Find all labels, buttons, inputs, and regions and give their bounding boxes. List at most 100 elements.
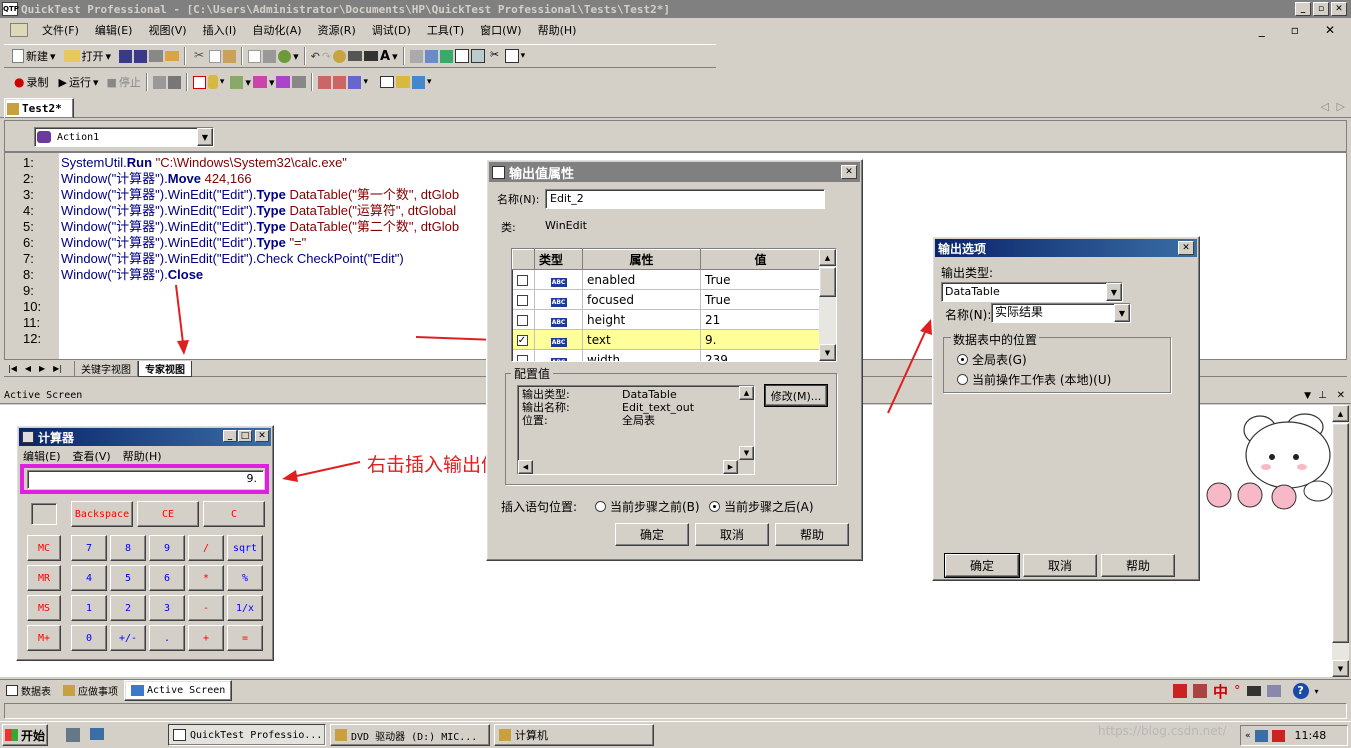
output-type-label: 输出类型: — [941, 266, 994, 280]
tab-active-screen[interactable]: Active Screen — [124, 680, 233, 701]
ime-punct-icon[interactable]: ° — [1234, 684, 1241, 699]
properties-scrollbar[interactable]: ▲ ▼ — [819, 249, 836, 361]
property-checkbox[interactable] — [516, 314, 528, 326]
string-type-icon: ABC — [550, 277, 567, 287]
property-row[interactable]: ABC width 239 — [512, 349, 821, 361]
property-checkbox-cell[interactable] — [512, 309, 535, 330]
ime-keyboard-icon[interactable] — [1246, 686, 1261, 696]
property-value: 21 — [700, 309, 821, 330]
property-checkbox[interactable] — [516, 294, 528, 306]
datatable-location-label: 数据表中的位置 — [951, 331, 1040, 348]
taskbar-item-calculator-label: 计算机 — [515, 729, 548, 742]
props-scroll-down-button[interactable]: ▼ — [819, 344, 836, 361]
config-row-output-name: 输出名称: Edit_text_out — [522, 401, 750, 414]
properties-header-row: 类型 属性 值 — [512, 249, 821, 270]
class-label: 类: — [501, 221, 516, 234]
props-scroll-up-button[interactable]: ▲ — [819, 249, 836, 266]
config-scroll-right-button[interactable]: ▶ — [723, 460, 738, 474]
output-type-dropdown-icon[interactable]: ▼ — [1106, 283, 1122, 301]
windows-logo-icon — [4, 729, 18, 741]
insert-after-radio-icon — [709, 501, 720, 512]
taskbar-item-calculator[interactable]: 计算机 — [494, 724, 654, 746]
header-type[interactable]: 类型 — [534, 249, 583, 270]
options-dialog-close-button[interactable]: ✕ — [1178, 241, 1194, 255]
config-key: 位置: — [522, 414, 548, 427]
property-value: 9. — [700, 329, 821, 350]
taskbar-item-qtp[interactable]: QuickTest Professio... — [168, 724, 326, 746]
output-cancel-button[interactable]: 取消 — [695, 523, 769, 546]
config-value: 全局表 — [622, 414, 655, 427]
tray-network-icon[interactable] — [1254, 729, 1268, 742]
ime-settings-icon[interactable] — [1266, 685, 1281, 697]
header-value[interactable]: 值 — [700, 249, 821, 270]
output-cancel-label: 取消 — [719, 528, 744, 542]
output-help-label: 帮助 — [799, 528, 824, 542]
props-scroll-thumb[interactable] — [819, 267, 836, 297]
config-scroll-up-button[interactable]: ▲ — [739, 386, 754, 400]
name-field-value: Edit_2 — [550, 192, 584, 205]
property-checkbox[interactable] — [516, 354, 528, 361]
local-sheet-radio[interactable]: 当前操作工作表 (本地)(U) — [957, 371, 1111, 388]
taskbar-item-dvd[interactable]: DVD 驱动器 (D:) MIC... — [330, 724, 490, 746]
options-cancel-button[interactable]: 取消 — [1023, 554, 1097, 577]
data-table-tab-icon — [6, 685, 18, 696]
modify-button[interactable]: 修改(M)... — [764, 384, 828, 407]
system-tray: « 11:48 — [1240, 725, 1348, 746]
config-row-output-type: 输出类型: DataTable — [522, 388, 750, 401]
config-key: 输出名称: — [522, 401, 570, 414]
property-row[interactable]: ✓ ABC text 9. — [512, 329, 821, 350]
name-field[interactable]: Edit_2 — [545, 189, 825, 209]
output-dialog-icon — [492, 165, 505, 179]
tab-data-table[interactable]: 数据表 — [0, 681, 57, 701]
output-type-value: DataTable — [945, 285, 1000, 298]
class-value: WinEdit — [545, 219, 587, 232]
config-row-location: 位置: 全局表 — [522, 414, 750, 427]
options-name-select[interactable]: 实际结果 ▼ — [991, 303, 1131, 323]
property-row[interactable]: ABC focused True — [512, 289, 821, 310]
ime-mode[interactable]: 中 — [1213, 681, 1228, 702]
insert-after-radio[interactable]: 当前步骤之后(A) — [709, 498, 814, 515]
arrow-to-close-line — [175, 284, 189, 355]
config-scroll-down-button[interactable]: ▼ — [739, 446, 754, 460]
property-type-cell: ABC — [534, 329, 583, 350]
output-help-button[interactable]: 帮助 — [775, 523, 849, 546]
property-name: height — [582, 309, 701, 330]
help-icon[interactable]: ? — [1292, 683, 1309, 699]
ime-brush-icon[interactable] — [1193, 684, 1207, 698]
ime-flag-icon[interactable] — [1173, 684, 1187, 698]
global-sheet-radio[interactable]: 全局表(G) — [957, 351, 1027, 368]
property-row[interactable]: ABC height 21 — [512, 309, 821, 330]
quicklaunch-server-icon[interactable] — [66, 728, 80, 742]
quicklaunch-desktop-icon[interactable] — [90, 728, 104, 740]
config-value: Edit_text_out — [622, 401, 695, 414]
tray-expand-icon[interactable]: « — [1245, 731, 1251, 741]
options-name-dropdown-icon[interactable]: ▼ — [1114, 304, 1130, 322]
start-button[interactable]: 开始 — [2, 724, 48, 746]
output-value-dialog: 输出值属性 ✕ 名称(N): Edit_2 类: WinEdit 类型 属性 值… — [486, 159, 863, 561]
properties-grid[interactable]: 类型 属性 值 ABC enabled True ABC focused True ABC h… — [511, 248, 837, 362]
property-checkbox[interactable] — [516, 274, 528, 286]
bottom-pane-tabs: 数据表 应做事项 Active Screen 中 ° ? ▾ — [0, 679, 1351, 701]
property-checkbox[interactable]: ✓ — [516, 334, 528, 346]
header-property[interactable]: 属性 — [582, 249, 701, 270]
tab-todo[interactable]: 应做事项 — [57, 681, 124, 701]
output-dialog-close-button[interactable]: ✕ — [841, 165, 857, 179]
options-help-button[interactable]: 帮助 — [1101, 554, 1175, 577]
options-ok-button[interactable]: 确定 — [944, 553, 1020, 578]
property-row[interactable]: ABC enabled True — [512, 269, 821, 290]
output-ok-button[interactable]: 确定 — [615, 523, 689, 546]
property-checkbox-cell[interactable] — [512, 289, 535, 310]
property-checkbox-cell[interactable] — [512, 349, 535, 361]
config-scroll-left-button[interactable]: ◀ — [518, 460, 533, 474]
global-sheet-radio-icon — [957, 354, 968, 365]
insert-before-radio[interactable]: 当前步骤之前(B) — [595, 498, 700, 515]
options-name-label: 名称(N): — [945, 308, 992, 322]
property-checkbox-cell[interactable]: ✓ — [512, 329, 535, 350]
property-checkbox-cell[interactable] — [512, 269, 535, 290]
tray-volume-icon[interactable] — [1271, 729, 1285, 742]
tab-active-screen-label: Active Screen — [147, 685, 226, 696]
help-dropdown-icon[interactable]: ▾ — [1315, 687, 1319, 696]
taskbar-dvd-icon — [335, 729, 347, 741]
output-type-select[interactable]: DataTable ▼ — [941, 282, 1123, 302]
options-dialog-title: 输出选项 — [938, 241, 987, 256]
